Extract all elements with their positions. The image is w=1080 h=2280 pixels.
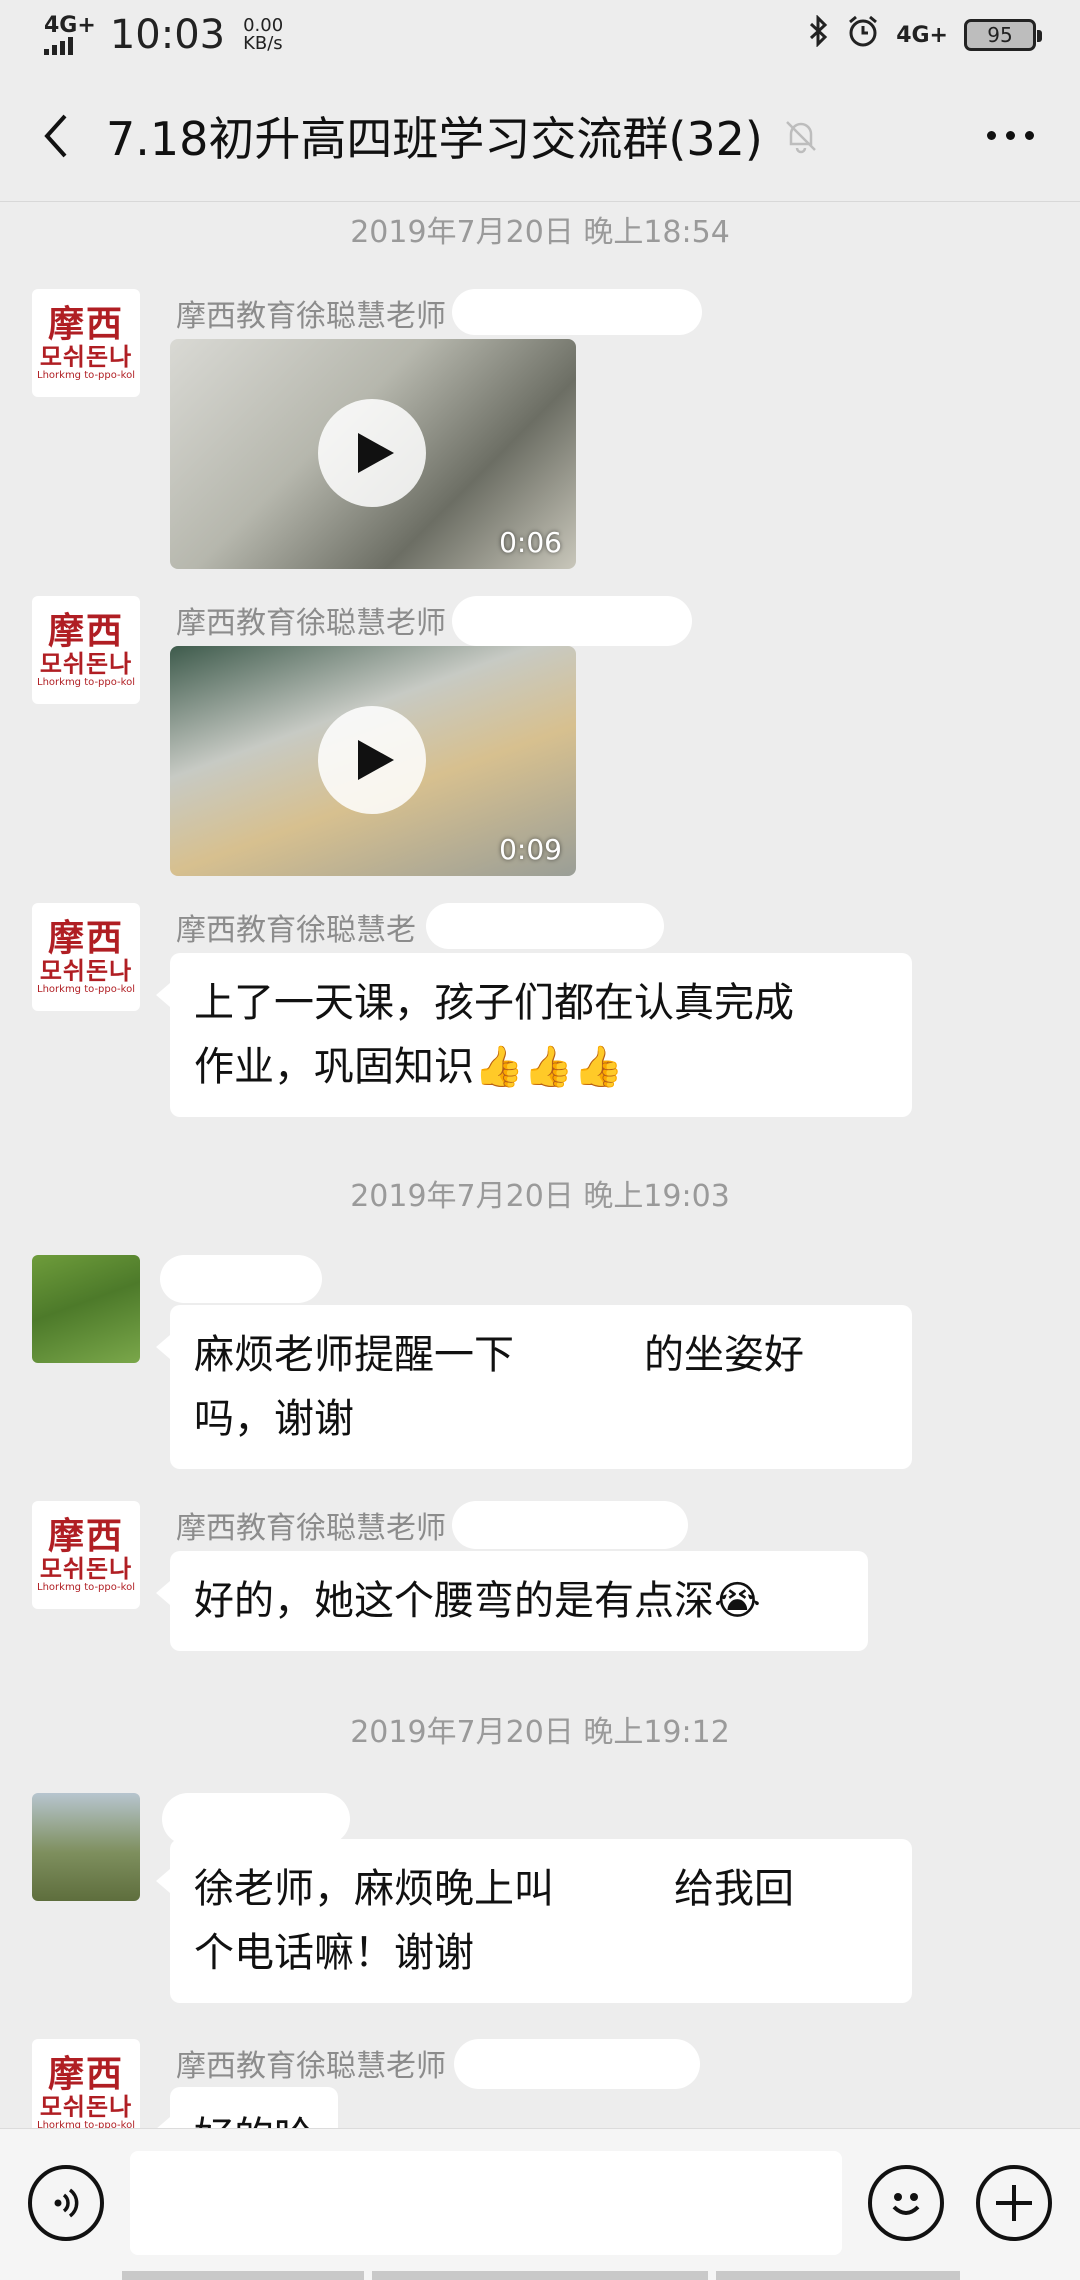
avatar[interactable]: 摩西 모쉬돈나 Lhorkmg to-ppo-kol <box>32 1501 140 1609</box>
message-text-line: 吗，谢谢 <box>194 1396 354 1442</box>
avatar-logo-text: 摩西 <box>47 610 124 652</box>
battery-icon: 95 <box>964 19 1042 51</box>
message-text-line: 徐老师，麻烦晚上叫 <box>194 1866 554 1912</box>
avatar-logo-caption: Lhorkmg to-ppo-kol <box>37 984 135 995</box>
avatar-logo-subtext: 모쉬돈나 <box>39 2093 133 2121</box>
avatar[interactable] <box>32 1255 140 1363</box>
battery-level: 95 <box>987 23 1013 47</box>
video-duration: 0:06 <box>499 526 562 559</box>
more-button[interactable] <box>971 131 1050 140</box>
avatar[interactable]: 摩西 모쉬돈나 Lhorkmg to-ppo-kol <box>32 903 140 1011</box>
crying-face-icon: 😭 <box>714 1578 761 1624</box>
avatar[interactable]: 摩西 모쉬돈나 Lhorkmg to-ppo-kol <box>32 2039 140 2128</box>
signal-icon: 4G+ <box>44 15 96 55</box>
message-input[interactable] <box>130 2151 842 2255</box>
bluetooth-icon <box>808 14 830 55</box>
text-bubble[interactable]: 徐老师，麻烦晚上叫 给我回 个电话嘛！谢谢 <box>156 1839 912 2003</box>
play-button[interactable] <box>318 399 426 507</box>
video-duration: 0:09 <box>499 833 562 866</box>
message-text-line: 给我回 <box>674 1866 794 1912</box>
voice-button[interactable] <box>28 2165 104 2241</box>
message-text-line: 上了一天课，孩子们都在认真完成 <box>194 980 794 1026</box>
plus-icon <box>996 2185 1032 2221</box>
timestamp: 2019年7月20日 晚上19:03 <box>350 1179 730 1214</box>
redaction-mark <box>452 289 702 335</box>
sender-name: 摩西教育徐聪慧老师 <box>176 2049 446 2084</box>
avatar-logo-caption: Lhorkmg to-ppo-kol <box>37 370 135 381</box>
avatar-logo-caption: Lhorkmg to-ppo-kol <box>37 677 135 688</box>
play-icon <box>358 740 394 780</box>
avatar-logo-subtext: 모쉬돈나 <box>39 1555 133 1583</box>
avatar[interactable] <box>32 1793 140 1901</box>
message-text-line: 好的，她这个腰弯的是有点深 <box>194 1578 714 1624</box>
avatar-logo-caption: Lhorkmg to-ppo-kol <box>37 2120 135 2128</box>
sender-name: 摩西教育徐聪慧老师 <box>176 606 446 641</box>
message-text-line: 的坐姿好 <box>644 1332 804 1378</box>
redaction-mark <box>162 1793 350 1845</box>
redaction-mark <box>452 596 692 646</box>
chat-header: 7.18初升高四班学习交流群(32) <box>0 70 1080 202</box>
sender-name: 摩西教育徐聪慧老师 <box>176 299 446 334</box>
text-bubble[interactable]: 好的，她这个腰弯的是有点深😭 <box>156 1551 868 1651</box>
network-type-right: 4G+ <box>896 22 948 48</box>
mute-bell-icon <box>785 120 816 153</box>
message-text-line: 好的哈 <box>194 2114 314 2128</box>
text-bubble[interactable]: 好的哈 <box>156 2087 338 2128</box>
avatar-logo-text: 摩西 <box>47 1515 124 1557</box>
back-icon <box>44 114 67 157</box>
message-text-line: 个电话嘛！谢谢 <box>194 1930 474 1976</box>
chat-area[interactable]: 2019年7月20日 晚上18:54 摩西 모쉬돈나 Lhorkmg to-pp… <box>0 203 1080 2128</box>
input-bar <box>0 2128 1080 2280</box>
voice-icon <box>54 2188 79 2218</box>
avatar[interactable]: 摩西 모쉬돈나 Lhorkmg to-ppo-kol <box>32 289 140 397</box>
status-bar: 4G+ 10:03 0.00 KB/s 4G+ 95 <box>0 0 1080 70</box>
sender-name: 摩西教育徐聪慧老师 <box>176 1511 446 1546</box>
nav-indicator <box>372 2271 708 2280</box>
avatar-logo-subtext: 모쉬돈나 <box>39 957 133 985</box>
nav-indicator <box>122 2271 364 2280</box>
redaction-mark <box>426 903 664 949</box>
more-icon <box>987 131 996 140</box>
redaction-mark <box>454 2039 700 2089</box>
emoji-icon <box>892 2193 920 2215</box>
plus-button[interactable] <box>976 2165 1052 2241</box>
avatar-logo-subtext: 모쉬돈나 <box>39 650 133 678</box>
redaction-mark <box>514 1337 644 1377</box>
sender-name: 摩西教育徐聪慧老 <box>176 913 416 948</box>
clock: 10:03 <box>109 12 226 58</box>
text-bubble[interactable]: 麻烦老师提醒一下 的坐姿好 吗，谢谢 <box>156 1305 912 1469</box>
message-text-line: 作业，巩固知识 <box>194 1044 474 1090</box>
network-speed: 0.00 KB/s <box>243 17 283 53</box>
message-text-line: 麻烦老师提醒一下 <box>194 1332 514 1378</box>
nav-indicator <box>716 2271 960 2280</box>
play-button[interactable] <box>318 706 426 814</box>
network-speed-unit: KB/s <box>243 33 283 54</box>
timestamp: 2019年7月20日 晚上19:12 <box>350 1715 730 1750</box>
video-message[interactable]: 0:06 <box>170 339 576 569</box>
network-type-left: 4G+ <box>44 13 96 38</box>
alarm-icon <box>846 14 880 56</box>
avatar-logo-text: 摩西 <box>47 303 124 345</box>
emoji-button[interactable] <box>868 2165 944 2241</box>
redaction-mark <box>554 1871 674 1911</box>
page-title: 7.18初升高四班学习交流群(32) <box>106 111 763 166</box>
avatar-logo-text: 摩西 <box>47 917 124 959</box>
redaction-mark <box>160 1255 322 1303</box>
text-bubble[interactable]: 上了一天课，孩子们都在认真完成 作业，巩固知识👍👍👍 <box>156 953 912 1117</box>
avatar-logo-caption: Lhorkmg to-ppo-kol <box>37 1582 135 1593</box>
redaction-mark <box>452 1501 688 1549</box>
play-icon <box>358 433 394 473</box>
avatar-logo-subtext: 모쉬돈나 <box>39 343 133 371</box>
thumbs-up-icon: 👍👍👍 <box>474 1044 624 1090</box>
avatar[interactable]: 摩西 모쉬돈나 Lhorkmg to-ppo-kol <box>32 596 140 704</box>
back-button[interactable] <box>30 106 80 166</box>
video-message[interactable]: 0:09 <box>170 646 576 876</box>
avatar-logo-text: 摩西 <box>47 2053 124 2095</box>
timestamp: 2019年7月20日 晚上18:54 <box>350 215 730 250</box>
